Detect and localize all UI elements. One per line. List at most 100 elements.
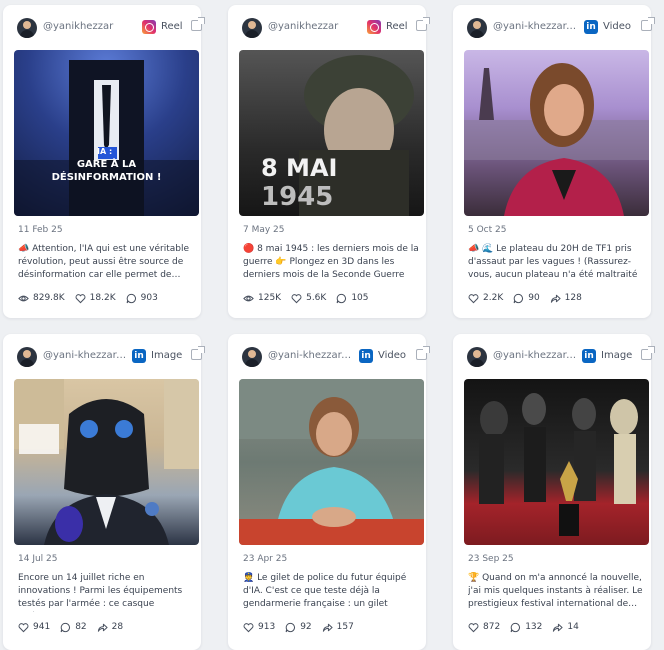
comments-stat: 903 xyxy=(126,293,158,304)
post-thumbnail[interactable] xyxy=(464,379,649,545)
eye-icon xyxy=(243,293,254,304)
post-stats: 872 132 14 xyxy=(468,620,579,634)
card-header: @yani-khezzar-… in Video xyxy=(453,15,655,41)
post-date: 7 May 25 xyxy=(243,225,285,235)
external-link-icon[interactable] xyxy=(641,346,655,360)
author-handle[interactable]: @yani-khezzar-… xyxy=(493,350,579,361)
heart-icon xyxy=(291,293,302,304)
heart-icon xyxy=(18,622,29,633)
post-text: 🏆 Quand on m'a annoncé la nouvelle, j'ai… xyxy=(468,573,643,609)
card-header: @yani-khezzar-… in Video xyxy=(228,344,430,370)
external-link-icon[interactable] xyxy=(416,346,430,360)
avatar[interactable] xyxy=(242,18,262,38)
post-card[interactable]: @yani-khezzar-… in Video 23 Apr 25 👮 Le … xyxy=(228,334,430,650)
post-type-label: Reel xyxy=(161,21,183,32)
share-icon xyxy=(97,622,108,633)
heart-icon xyxy=(75,293,86,304)
post-card[interactable]: @yanikhezzar Reel IA : GARE À LA DÉSINFO… xyxy=(3,5,205,318)
likes-stat: 2.2K xyxy=(468,293,503,304)
likes-stat: 913 xyxy=(243,622,275,633)
post-thumbnail[interactable] xyxy=(239,379,424,545)
post-thumbnail[interactable]: 8 MAI 1945 xyxy=(239,50,424,216)
linkedin-icon: in xyxy=(359,349,373,363)
post-text: 🔴 8 mai 1945 : les derniers mois de la g… xyxy=(243,244,419,280)
thumbnail-scene xyxy=(14,60,199,216)
shares-stat: 14 xyxy=(552,622,579,633)
comment-icon xyxy=(60,622,71,633)
post-thumbnail[interactable] xyxy=(464,50,649,216)
post-stats: 2.2K 90 128 xyxy=(468,291,582,305)
comments-stat: 90 xyxy=(513,293,540,304)
heart-icon xyxy=(243,622,254,633)
post-date: 14 Jul 25 xyxy=(18,554,58,564)
posts-grid: @yanikhezzar Reel IA : GARE À LA DÉSINFO… xyxy=(0,0,664,650)
comment-icon xyxy=(513,293,524,304)
shares-stat: 128 xyxy=(550,293,582,304)
external-link-icon[interactable] xyxy=(191,17,205,31)
views-stat: 829.8K xyxy=(18,293,65,304)
post-type-label: Video xyxy=(378,350,407,361)
post-thumbnail[interactable] xyxy=(14,379,199,545)
likes-stat: 941 xyxy=(18,622,50,633)
post-card[interactable]: @yanikhezzar Reel 8 MAI 1945 7 May 25 🔴 … xyxy=(228,5,430,318)
eye-icon xyxy=(18,293,29,304)
heart-icon xyxy=(468,293,479,304)
thumbnail-caption-line1: 8 MAI xyxy=(261,154,338,182)
post-type-label: Video xyxy=(603,21,632,32)
comment-icon xyxy=(510,622,521,633)
thumbnail-scene xyxy=(479,393,638,536)
comments-stat: 132 xyxy=(510,622,542,633)
instagram-icon xyxy=(142,20,156,34)
thumbnail-caption-line2: 1945 xyxy=(261,182,334,212)
thumbnail-scene xyxy=(464,63,649,216)
views-stat: 125K xyxy=(243,293,281,304)
share-icon xyxy=(322,622,333,633)
post-text: 📣 🌊 Le plateau du 20H de TF1 pris d'assa… xyxy=(468,244,638,280)
post-type-label: Reel xyxy=(386,21,408,32)
thumbnail-caption-line1: GARE À LA xyxy=(76,159,137,170)
post-card[interactable]: @yani-khezzar-… in Video 5 Oct 25 📣 🌊 Le… xyxy=(453,5,655,318)
comments-stat: 105 xyxy=(336,293,369,304)
avatar[interactable] xyxy=(17,18,37,38)
heart-icon xyxy=(468,622,479,633)
post-stats: 941 82 28 xyxy=(18,620,123,634)
avatar[interactable] xyxy=(467,18,487,38)
author-handle[interactable]: @yani-khezzar-… xyxy=(268,350,354,361)
comments-stat: 92 xyxy=(285,622,312,633)
external-link-icon[interactable] xyxy=(641,17,655,31)
post-card[interactable]: @yani-khezzar-… in Image 23 Sep 25 🏆 Qua… xyxy=(453,334,655,650)
external-link-icon[interactable] xyxy=(416,17,430,31)
post-stats: 125K 5.6K 105 xyxy=(243,291,369,305)
shares-stat: 157 xyxy=(322,622,354,633)
share-icon xyxy=(550,293,561,304)
author-handle[interactable]: @yanikhezzar xyxy=(268,21,366,32)
comment-icon xyxy=(285,622,296,633)
author-handle[interactable]: @yani-khezzar-… xyxy=(43,350,129,361)
linkedin-icon: in xyxy=(584,20,598,34)
author-handle[interactable]: @yanikhezzar xyxy=(43,21,141,32)
likes-stat: 5.6K xyxy=(291,293,326,304)
post-text: 👮 Le gilet de police du futur équipé d'I… xyxy=(243,573,407,609)
thumbnail-scene xyxy=(239,379,424,545)
share-icon xyxy=(552,622,563,633)
card-header: @yanikhezzar Reel xyxy=(228,15,430,41)
post-date: 5 Oct 25 xyxy=(468,225,507,235)
comment-icon xyxy=(126,293,137,304)
post-stats: 913 92 157 xyxy=(243,620,354,634)
post-card[interactable]: @yani-khezzar-… in Image 14 Jul 25 Encor… xyxy=(3,334,205,650)
thumbnail-caption-badge: IA : xyxy=(97,147,113,156)
linkedin-icon: in xyxy=(132,349,146,363)
external-link-icon[interactable] xyxy=(191,346,205,360)
avatar[interactable] xyxy=(467,347,487,367)
shares-stat: 28 xyxy=(97,622,123,633)
likes-stat: 18.2K xyxy=(75,293,116,304)
card-header: @yani-khezzar-… in Image xyxy=(3,344,205,370)
avatar[interactable] xyxy=(17,347,37,367)
avatar[interactable] xyxy=(242,347,262,367)
post-thumbnail[interactable]: IA : GARE À LA DÉSINFORMATION ! xyxy=(14,50,199,216)
author-handle[interactable]: @yani-khezzar-… xyxy=(493,21,579,32)
post-stats: 829.8K 18.2K 903 xyxy=(18,291,158,305)
post-date: 23 Sep 25 xyxy=(468,554,514,564)
thumbnail-scene xyxy=(14,379,199,545)
comment-icon xyxy=(336,293,347,304)
